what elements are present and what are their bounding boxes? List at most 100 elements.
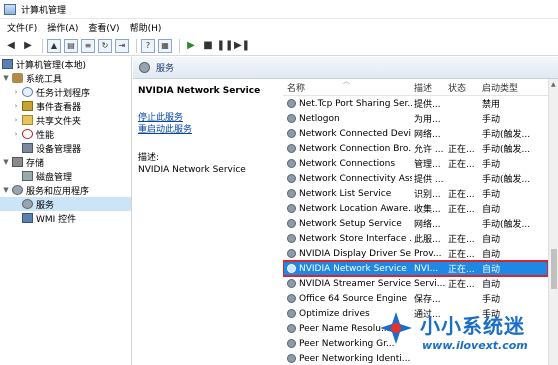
table-row[interactable]: Peer Name Resolu... bbox=[283, 321, 548, 336]
service-startup-type: 手动(触发... bbox=[482, 175, 531, 185]
service-status: 正在... bbox=[448, 205, 475, 215]
tree-item-wmi[interactable]: WMI 控件 bbox=[0, 211, 131, 225]
show-hide-tree-icon[interactable]: ▤ bbox=[64, 38, 78, 53]
service-startup-type: 手动(触发... bbox=[482, 145, 531, 155]
tree-item-services[interactable]: 服务 bbox=[0, 197, 131, 211]
table-row[interactable]: Network Store Interface ... 此服... 正在... 自动 bbox=[283, 231, 548, 246]
service-status: 正在... bbox=[448, 145, 475, 155]
start-service-icon[interactable]: ▶ bbox=[184, 39, 198, 53]
table-row-selected[interactable]: NVIDIA Network Service NVI... 正在... 自动 bbox=[283, 260, 548, 277]
service-status: 正在... bbox=[448, 280, 475, 290]
tree-item-event-viewer[interactable]: › 事件查看器 bbox=[0, 99, 131, 113]
table-row[interactable]: Netlogon 为用... 手动 bbox=[283, 111, 548, 126]
tree-item-storage[interactable]: ▼ 存储 bbox=[0, 155, 131, 169]
chevron-down-icon[interactable]: ▼ bbox=[2, 186, 10, 194]
pause-service-icon[interactable]: ❚❚ bbox=[217, 39, 234, 53]
stop-service-icon[interactable]: ■ bbox=[201, 39, 215, 53]
chevron-right-icon[interactable]: › bbox=[12, 130, 20, 138]
table-row[interactable]: NVIDIA Display Driver Se... Prov... 正在... 自… bbox=[283, 246, 548, 261]
service-gear-icon bbox=[287, 144, 296, 153]
forward-icon[interactable]: ▶ bbox=[21, 39, 35, 53]
column-header-description[interactable]: 描述 bbox=[412, 81, 446, 94]
service-name: Peer Networking Gr... bbox=[299, 338, 395, 349]
table-row[interactable]: NVIDIA Streamer Service Servi... 正在... 自动 bbox=[283, 276, 548, 291]
storage-icon bbox=[12, 157, 23, 167]
navigation-tree: 计算机管理(本地) ▼ 系统工具 › 任务计划程序 › 事件查看器 › 共享文件… bbox=[0, 57, 132, 365]
refresh-icon[interactable]: ↻ bbox=[98, 38, 112, 53]
export-list-icon[interactable]: ⇥ bbox=[115, 38, 129, 53]
menu-help[interactable]: 帮助(H) bbox=[125, 21, 167, 34]
tree-item-task-scheduler[interactable]: › 任务计划程序 bbox=[0, 85, 131, 99]
service-description: 此服... bbox=[414, 235, 441, 245]
table-row[interactable]: Network Connectivity Ass... 提供 ... 手动(触发..… bbox=[283, 171, 548, 186]
column-header-startup-type[interactable]: 启动类型 bbox=[480, 81, 548, 94]
list-header: ︿ 名称 描述 状态 启动类型 bbox=[283, 79, 548, 96]
folder-icon bbox=[22, 115, 33, 125]
service-description: NVI... bbox=[414, 263, 439, 274]
service-gear-icon bbox=[287, 249, 296, 258]
tree-item-root[interactable]: 计算机管理(本地) bbox=[0, 57, 131, 71]
table-row[interactable]: Network Connection Bro... 允许 ... 正在... 手动(触… bbox=[283, 141, 548, 156]
table-row[interactable]: Network Setup Service 网络... 手动(触发... bbox=[283, 216, 548, 231]
back-icon[interactable]: ◀ bbox=[4, 39, 18, 53]
table-row[interactable]: Optimize drives 通过... 手动 bbox=[283, 306, 548, 321]
tree-item-disk-management[interactable]: 磁盘管理 bbox=[0, 169, 131, 183]
tree-item-shared-folders[interactable]: › 共享文件夹 bbox=[0, 113, 131, 127]
service-gear-icon bbox=[287, 174, 296, 183]
service-description: 提供 ... bbox=[414, 175, 444, 185]
service-status: 正在... bbox=[448, 265, 475, 275]
menu-action[interactable]: 操作(A) bbox=[42, 21, 83, 34]
table-row[interactable]: Net.Tcp Port Sharing Ser... 提供... 禁用 bbox=[283, 96, 548, 111]
chevron-down-icon[interactable]: ▼ bbox=[2, 158, 10, 166]
column-header-status[interactable]: 状态 bbox=[446, 81, 480, 94]
service-name: NVIDIA Display Driver Se... bbox=[299, 248, 412, 259]
description-text: NVIDIA Network Service bbox=[138, 165, 246, 175]
chevron-right-icon[interactable]: › bbox=[12, 116, 20, 124]
service-description: Prov... bbox=[414, 248, 442, 259]
service-gear-icon bbox=[287, 339, 296, 348]
properties-icon[interactable]: ≡ bbox=[81, 38, 95, 53]
service-name: NVIDIA Streamer Service bbox=[299, 278, 412, 289]
service-gear-icon bbox=[287, 159, 296, 168]
service-description: Servi... bbox=[414, 278, 446, 289]
tree-item-device-manager[interactable]: 设备管理器 bbox=[0, 141, 131, 155]
table-row[interactable]: Peer Networking Identi... bbox=[283, 351, 548, 365]
chevron-right-icon[interactable]: › bbox=[12, 102, 20, 110]
device-manager-icon bbox=[22, 143, 33, 153]
restart-service-icon[interactable]: ▶❚ bbox=[234, 39, 250, 53]
scroll-up-icon[interactable]: ▲ bbox=[551, 81, 556, 88]
table-row[interactable]: Network Connected Devi... 网络... 手动(触发... bbox=[283, 126, 548, 141]
chevron-down-icon[interactable]: ▼ bbox=[2, 74, 10, 82]
service-startup-type: 手动 bbox=[482, 310, 501, 320]
menu-view[interactable]: 查看(V) bbox=[83, 21, 124, 34]
service-name: Peer Name Resolu... bbox=[299, 323, 390, 334]
table-row[interactable]: Network Connections 管理... 正在... 手动 bbox=[283, 156, 548, 171]
service-description: 保存... bbox=[414, 295, 441, 305]
service-status: 正在... bbox=[448, 250, 475, 260]
tree-item-services-apps[interactable]: ▼ 服务和应用程序 bbox=[0, 183, 131, 197]
scrollbar-thumb[interactable] bbox=[551, 249, 557, 289]
service-status: 正在... bbox=[448, 160, 475, 170]
help-icon[interactable]: ? bbox=[141, 38, 155, 53]
menu-bar: 文件(F) 操作(A) 查看(V) 帮助(H) bbox=[0, 19, 558, 36]
table-row[interactable]: Peer Networking Gr... bbox=[283, 336, 548, 351]
chevron-right-icon[interactable]: › bbox=[12, 88, 20, 96]
vertical-scrollbar[interactable]: ▲ bbox=[548, 79, 558, 365]
service-startup-type: 自动 bbox=[482, 235, 501, 245]
gear-icon bbox=[22, 199, 33, 209]
menu-file[interactable]: 文件(F) bbox=[2, 21, 42, 34]
restart-service-link[interactable]: 重启动此服务 bbox=[138, 125, 192, 135]
tree-item-system-tools[interactable]: ▼ 系统工具 bbox=[0, 71, 131, 85]
stop-service-link[interactable]: 停止此服务 bbox=[138, 113, 183, 123]
table-row[interactable]: Office 64 Source Engine 保存... 手动 bbox=[283, 291, 548, 306]
table-row[interactable]: Network Location Aware... 收集... 正在... 自动 bbox=[283, 201, 548, 216]
table-row[interactable]: Network List Service 识别... 正在... 手动 bbox=[283, 186, 548, 201]
tree-item-performance[interactable]: › 性能 bbox=[0, 127, 131, 141]
service-gear-icon bbox=[287, 114, 296, 123]
service-description: 识别... bbox=[414, 190, 441, 200]
window-title: 计算机管理 bbox=[21, 5, 67, 16]
service-name: Network Location Aware... bbox=[299, 203, 412, 214]
view-icon[interactable]: ▦ bbox=[158, 38, 172, 53]
service-name: Network Connectivity Ass... bbox=[299, 173, 412, 184]
up-folder-icon[interactable]: ▲ bbox=[47, 38, 61, 53]
